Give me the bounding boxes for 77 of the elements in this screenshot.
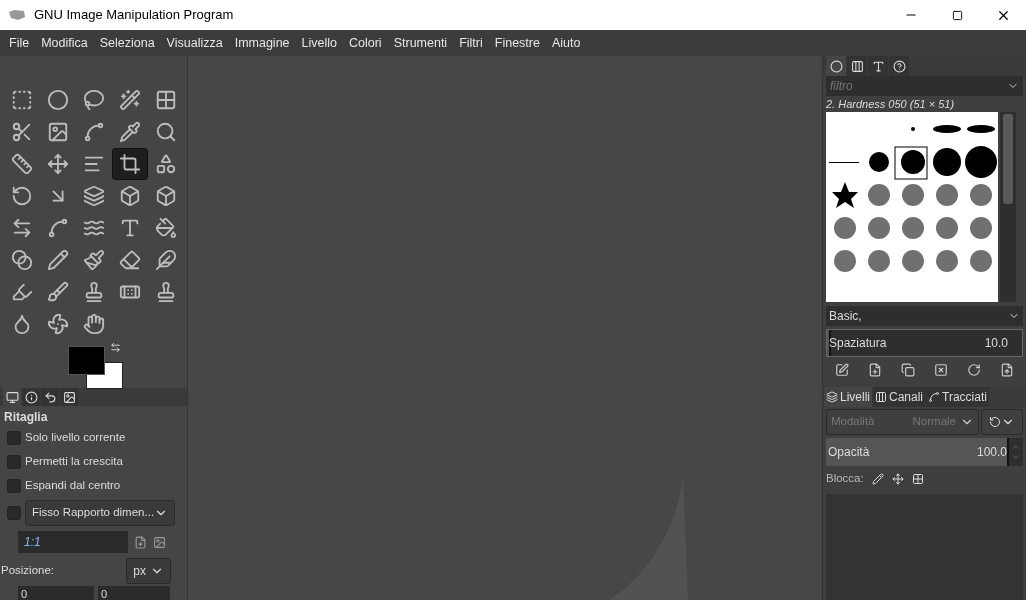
up-icon: [1011, 442, 1021, 452]
new-icon[interactable]: [868, 363, 883, 377]
rotate-icon: [989, 416, 1001, 428]
menu-item[interactable]: Visualizza: [160, 33, 229, 53]
dock-tab[interactable]: [868, 56, 888, 76]
portrait-icon[interactable]: [134, 535, 147, 549]
option-label: Solo livello corrente: [25, 430, 126, 446]
dock-tab[interactable]: [22, 388, 40, 406]
option-label: Permetti la crescita: [25, 454, 123, 470]
dock-tab[interactable]: Tracciati: [926, 387, 989, 407]
tool-options-title: Ritaglia: [4, 409, 49, 426]
menu-item[interactable]: Livello: [295, 33, 343, 53]
scrollbar[interactable]: [1000, 112, 1016, 302]
columns-icon: [875, 391, 887, 403]
color-swatches-drawing[interactable]: [68, 346, 124, 390]
window-title: GNU Image Manipulation Program: [34, 6, 234, 25]
dock-tab[interactable]: [60, 388, 78, 406]
unit-dropdown[interactable]: px: [126, 558, 171, 584]
option-label: Espandi dal centro: [25, 478, 121, 494]
checkbox[interactable]: [7, 506, 21, 520]
lock-position-icon[interactable]: [891, 473, 904, 485]
position-y-field[interactable]: 0: [98, 586, 170, 600]
dock-tab[interactable]: Livelli: [824, 387, 872, 407]
menu-item[interactable]: Strumenti: [387, 33, 454, 53]
menu-item[interactable]: Immagine: [228, 33, 296, 53]
spacing-value: 10.0: [984, 335, 1008, 352]
dock-tab[interactable]: [889, 56, 909, 76]
checkbox[interactable]: [7, 431, 21, 445]
circle-icon: [829, 59, 843, 73]
composite-dropdown[interactable]: [981, 409, 1023, 435]
position-label: Posizione:: [1, 563, 55, 579]
swap-colors-icon[interactable]: [110, 342, 121, 353]
undo-icon: [43, 390, 57, 404]
spacing-slider[interactable]: Spaziatura 10.0: [826, 329, 1023, 357]
edit-icon[interactable]: [835, 363, 850, 377]
down-icon: [1011, 452, 1021, 462]
tool-crop-icon[interactable]: [112, 148, 148, 180]
opacity-value: 100.0: [976, 444, 1007, 461]
tag-dropdown[interactable]: Basic,: [826, 306, 1023, 326]
opacity-label: Opacità: [828, 444, 870, 461]
dock-tab[interactable]: [826, 56, 846, 76]
brush-name: 2. Hardness 050 (51 × 51): [826, 97, 956, 112]
columns-icon: [850, 59, 864, 73]
text-icon: [871, 59, 885, 73]
dock-tab[interactable]: [847, 56, 867, 76]
menu-item[interactable]: Modifica: [35, 33, 94, 53]
menu-item[interactable]: Finestre: [488, 33, 546, 53]
app-logo-icon: [8, 9, 26, 21]
menu-item[interactable]: Colori: [343, 33, 388, 53]
image-icon: [62, 390, 76, 404]
monitor-icon: [5, 390, 19, 404]
open-icon[interactable]: [999, 363, 1014, 377]
help-icon: [892, 59, 906, 73]
lock-label: Blocca:: [826, 471, 864, 487]
menu-item[interactable]: Seleziona: [93, 33, 161, 53]
delete-icon[interactable]: [933, 363, 948, 377]
dock-tab[interactable]: [41, 388, 59, 406]
aspect-dropdown[interactable]: Fisso Rapporto dimen...: [25, 500, 176, 526]
refresh-icon[interactable]: [966, 363, 981, 377]
menu-item[interactable]: Filtri: [453, 33, 489, 53]
checkbox[interactable]: [7, 455, 21, 469]
spacing-label: Spaziatura: [829, 335, 887, 352]
landscape-icon[interactable]: [153, 535, 166, 549]
maximize-icon: [951, 9, 963, 21]
menu-item[interactable]: Aiuto: [545, 33, 587, 53]
position-x-field[interactable]: 0: [18, 586, 94, 600]
menu-item[interactable]: File: [3, 33, 36, 53]
dock-tab[interactable]: Canali: [873, 387, 926, 407]
lock-pixels-icon[interactable]: [871, 473, 884, 485]
lock-alpha-icon[interactable]: [911, 473, 924, 485]
info-icon: [24, 390, 38, 404]
ratio-field[interactable]: 1:1: [18, 531, 128, 553]
checkbox[interactable]: [7, 479, 21, 493]
opacity-slider[interactable]: Opacità 100.0: [826, 438, 1009, 466]
duplicate-icon[interactable]: [901, 363, 916, 377]
layers-icon: [826, 391, 838, 403]
path-icon: [928, 391, 941, 403]
